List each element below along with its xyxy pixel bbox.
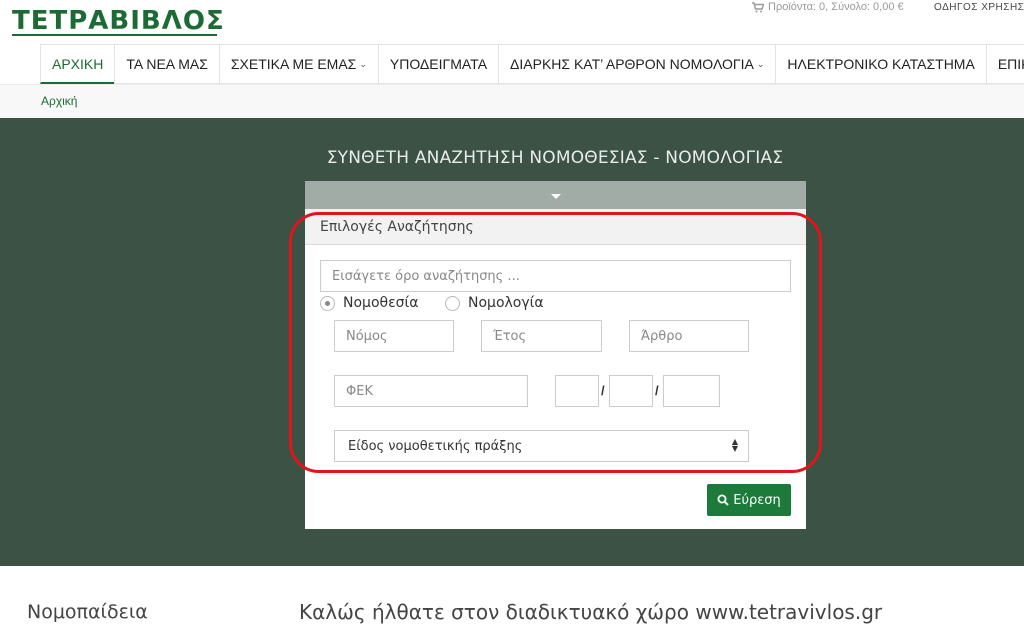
nav-item-eshop[interactable]: ΗΛΕΚΤΡΟΝΙΚΟ ΚΑΤΑΣΤΗΜΑ: [775, 44, 986, 84]
nav-item-label: ΥΠΟΔΕΙΓΜΑΤΑ: [389, 56, 488, 72]
hero-title: ΣΥΝΘΕΤΗ ΑΝΑΖΗΤΗΣΗ ΝΟΜΟΘΕΣΙΑΣ - ΝΟΜΟΛΟΓΙΑ…: [326, 148, 784, 168]
find-button-label: Εύρεση: [733, 492, 781, 508]
page: ΤΕΤΡΑΒΙΒΛΟΣ Προϊόντα: 0, Σύνολο: 0,00 € …: [0, 0, 1024, 630]
breadcrumb-home[interactable]: Αρχική: [41, 94, 77, 108]
welcome-heading: Καλώς ήλθατε στον διαδικτυακό χώρο www.t…: [299, 600, 883, 624]
nav-item-caselaw[interactable]: ΔΙΑΡΚΗΣ ΚΑΤ’ ΑΡΘΡΟΝ ΝΟΜΟΛΟΓΙΑ ⌄: [498, 44, 776, 84]
cart-icon: [752, 1, 764, 12]
chevron-down-icon: ⌄: [359, 58, 367, 69]
nav-item-home[interactable]: ΑΡΧΙΚΗ: [40, 44, 115, 84]
logo-underline: [12, 34, 217, 36]
main-nav: ΑΡΧΙΚΗ ΤΑ ΝΕΑ ΜΑΣ ΣΧΕΤΙΚΑ ΜΕ ΕΜΑΣ ⌄ ΥΠΟΔ…: [40, 44, 1024, 84]
nav-item-label: ΕΠΙΚΟ: [997, 56, 1024, 72]
site-logo[interactable]: ΤΕΤΡΑΒΙΒΛΟΣ: [12, 6, 225, 36]
nav-item-label: ΔΙΑΡΚΗΣ ΚΑΤ’ ΑΡΘΡΟΝ ΝΟΜΟΛΟΓΙΑ: [510, 56, 754, 72]
highlight-annotation: [289, 212, 822, 473]
cart-text: Προϊόντα: 0, Σύνολο: 0,00 €: [768, 1, 904, 13]
nav-item-label: ΤΑ ΝΕΑ ΜΑΣ: [126, 56, 208, 72]
nav-item-news[interactable]: ΤΑ ΝΕΑ ΜΑΣ: [114, 44, 219, 84]
search-icon: [717, 494, 729, 506]
panel-toggle[interactable]: [305, 181, 806, 209]
chevron-down-icon: ⌄: [756, 58, 765, 69]
nav-item-about[interactable]: ΣΧΕΤΙΚΑ ΜΕ ΕΜΑΣ ⌄: [218, 44, 378, 84]
section-heading-nomopaideia: Νομοπαίδεια: [27, 601, 148, 623]
nav-item-label: ΗΛΕΚΤΡΟΝΙΚΟ ΚΑΤΑΣΤΗΜΑ: [787, 56, 975, 72]
breadcrumb: Αρχική: [0, 84, 1024, 118]
caret-down-icon: [551, 194, 561, 199]
nav-item-label: ΑΡΧΙΚΗ: [52, 55, 104, 72]
nav-item-templates[interactable]: ΥΠΟΔΕΙΓΜΑΤΑ: [377, 44, 499, 84]
user-guide-link[interactable]: ΟΔΗΓΟΣ ΧΡΗΣΗΣ: [934, 2, 1024, 13]
find-button[interactable]: Εύρεση: [707, 484, 791, 516]
nav-item-contact[interactable]: ΕΠΙΚΟ: [985, 44, 1024, 84]
nav-item-label: ΣΧΕΤΙΚΑ ΜΕ ΕΜΑΣ: [230, 56, 357, 72]
cart-summary[interactable]: Προϊόντα: 0, Σύνολο: 0,00 €: [752, 1, 904, 13]
